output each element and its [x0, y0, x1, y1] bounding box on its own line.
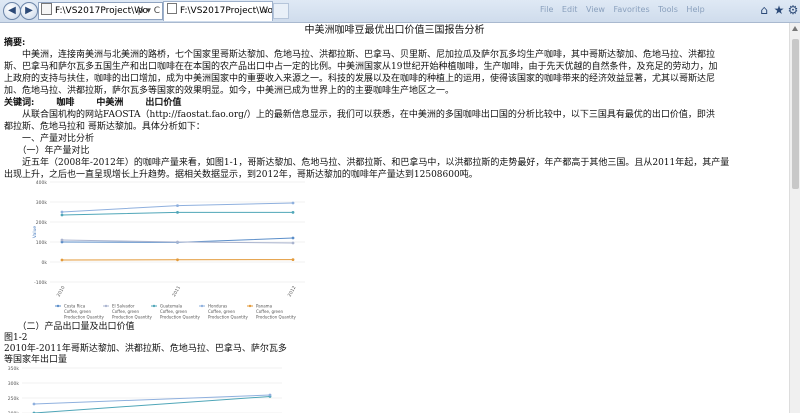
abstract-line: 上政府的支持与扶住，咖啡的出口增加，成为中美洲国家中的重要收入来源之一。科技的发… [4, 74, 716, 84]
legend-label: Honduras [208, 304, 227, 309]
series-line [33, 396, 271, 413]
legend-label: Production Quantity [256, 315, 296, 320]
data-point [291, 241, 295, 245]
document-body: 中美洲咖啡豆最优出口价值三国报告分析 摘要: 中美洲，连接南美洲与北美洲的路桥，… [0, 23, 789, 413]
legend-label: Coffee, green [256, 309, 283, 314]
abstract-line: 中美洲，连接南美洲与北美洲的路桥，七个国家里哥斯达黎加、危地马拉、洪都拉斯、巴拿… [4, 50, 716, 60]
paragraph-line: 近五年（2008年-2012年）的咖啡产量来看，如图1-1，哥斯达黎加、危地马拉… [4, 158, 730, 168]
close-tab-icon[interactable]: × [261, 2, 269, 21]
tab-document[interactable]: F:\VS2017Project\Wordt... × [163, 1, 273, 21]
data-point [291, 211, 295, 214]
legend-marker [56, 304, 60, 308]
legend-label: Production Quantity [112, 315, 152, 320]
new-tab-button[interactable] [273, 3, 289, 19]
browser-toolbar: ◀ ▶ F:\VS2017Project\Wo ρ ▾ C F:\VS2017P… [0, 0, 800, 23]
y-tick-label: 300k [36, 200, 48, 206]
data-point [60, 213, 64, 217]
legend-label: Guatemala [160, 304, 183, 309]
legend-label: Coffee, green [208, 309, 235, 314]
data-point [291, 201, 295, 205]
data-point [176, 211, 179, 214]
abstract-line: 加、危地马拉、洪都拉斯，萨尔瓦多等国家的效果明显。如今，中美洲已成为世界上的的主… [4, 86, 455, 96]
legend-marker [104, 304, 108, 308]
data-point [176, 204, 179, 207]
y-tick-label: 200k [36, 220, 48, 226]
x-tick-label: 2012 [287, 285, 298, 298]
keywords-label: 关键词: [4, 98, 35, 108]
data-point [268, 393, 272, 397]
legend-label: Coffee, green [64, 309, 91, 314]
abstract-line: 斯、巴拿马和萨尔瓦多五国生产和出口咖啡在在本国的农产品出口中占一定的比例。中美洲… [4, 62, 718, 72]
y-axis-label: Value [32, 226, 38, 239]
data-point [60, 210, 64, 214]
home-icon[interactable]: ⌂ [757, 3, 771, 17]
legend-marker [200, 304, 204, 308]
export-chart: 350k300k250k200k150k [8, 366, 282, 413]
x-tick-label: 2011 [171, 285, 182, 298]
scrollbar-thumb[interactable] [792, 39, 799, 189]
vertical-scrollbar[interactable] [789, 23, 800, 413]
legend-label: Coffee, green [160, 309, 187, 314]
address-text: F:\VS2017Project\Wo [55, 6, 149, 16]
legend-label: Coffee, green [112, 309, 139, 314]
back-button[interactable]: ◀ [3, 2, 21, 20]
y-tick-label: 300k [8, 381, 20, 387]
keyword: 中美洲 [96, 98, 124, 108]
intro-line: 都拉斯、危地马拉和 哥斯达黎加。具体分析如下： [4, 122, 205, 132]
menu-bar[interactable]: File Edit View Favorites Tools Help [540, 5, 705, 14]
data-point [60, 258, 64, 262]
data-point [291, 258, 295, 261]
address-bar[interactable]: F:\VS2017Project\Wo ρ ▾ C [38, 2, 163, 20]
y-tick-label: 100k [36, 240, 48, 246]
forward-button[interactable]: ▶ [20, 2, 38, 20]
data-point [176, 258, 179, 262]
legend-label: Production Quantity [64, 315, 104, 320]
page-title: 中美洲咖啡豆最优出口价值三国报告分析 [304, 25, 485, 36]
series-line [33, 394, 271, 405]
data-point [291, 236, 295, 240]
production-chart: 400k 300k 200k 100k 0k -100k Value 2010 2011 2012… [32, 180, 305, 320]
data-point [60, 238, 64, 242]
y-tick-label: 350k [8, 366, 20, 372]
keywords-line: 关键词: 咖啡 中美洲 出口价值 [4, 97, 203, 109]
legend-label: Costa Rica [64, 304, 86, 309]
y-tick-label: -100k [34, 280, 47, 286]
page-icon [41, 3, 52, 15]
y-tick-label: 250k [8, 396, 20, 402]
legend-label: Panama [256, 304, 273, 309]
legend-label: Production Quantity [208, 315, 248, 320]
address-controls[interactable]: ρ ▾ C [138, 3, 160, 19]
data-point [32, 402, 36, 406]
gear-icon[interactable]: ⚙ [786, 3, 800, 17]
scroll-up-icon[interactable] [792, 26, 798, 31]
subsection-heading: （一）年产量对比 [4, 146, 90, 156]
legend-label: Production Quantity [160, 315, 200, 320]
section-heading: 一、产量对比分析 [4, 134, 95, 144]
favorites-star-icon[interactable]: ★ [772, 3, 786, 17]
tab-title: F:\VS2017Project\Wordt... [180, 6, 273, 16]
keyword: 咖啡 [56, 98, 75, 108]
data-point [176, 240, 179, 244]
keyword: 出口价值 [145, 98, 182, 108]
y-tick-label: 0k [42, 260, 48, 266]
abstract-label: 摘要: [4, 38, 26, 48]
legend-marker [248, 304, 252, 308]
legend-label: El Salvador [112, 304, 135, 309]
intro-line: 从联合国机构的网站FAOSTA（http://faostat.fao.org/）… [4, 110, 715, 120]
legend-marker [152, 304, 156, 308]
y-tick-label: 400k [36, 180, 48, 186]
tab-page-icon [167, 3, 177, 14]
x-tick-label: 2010 [56, 285, 67, 298]
